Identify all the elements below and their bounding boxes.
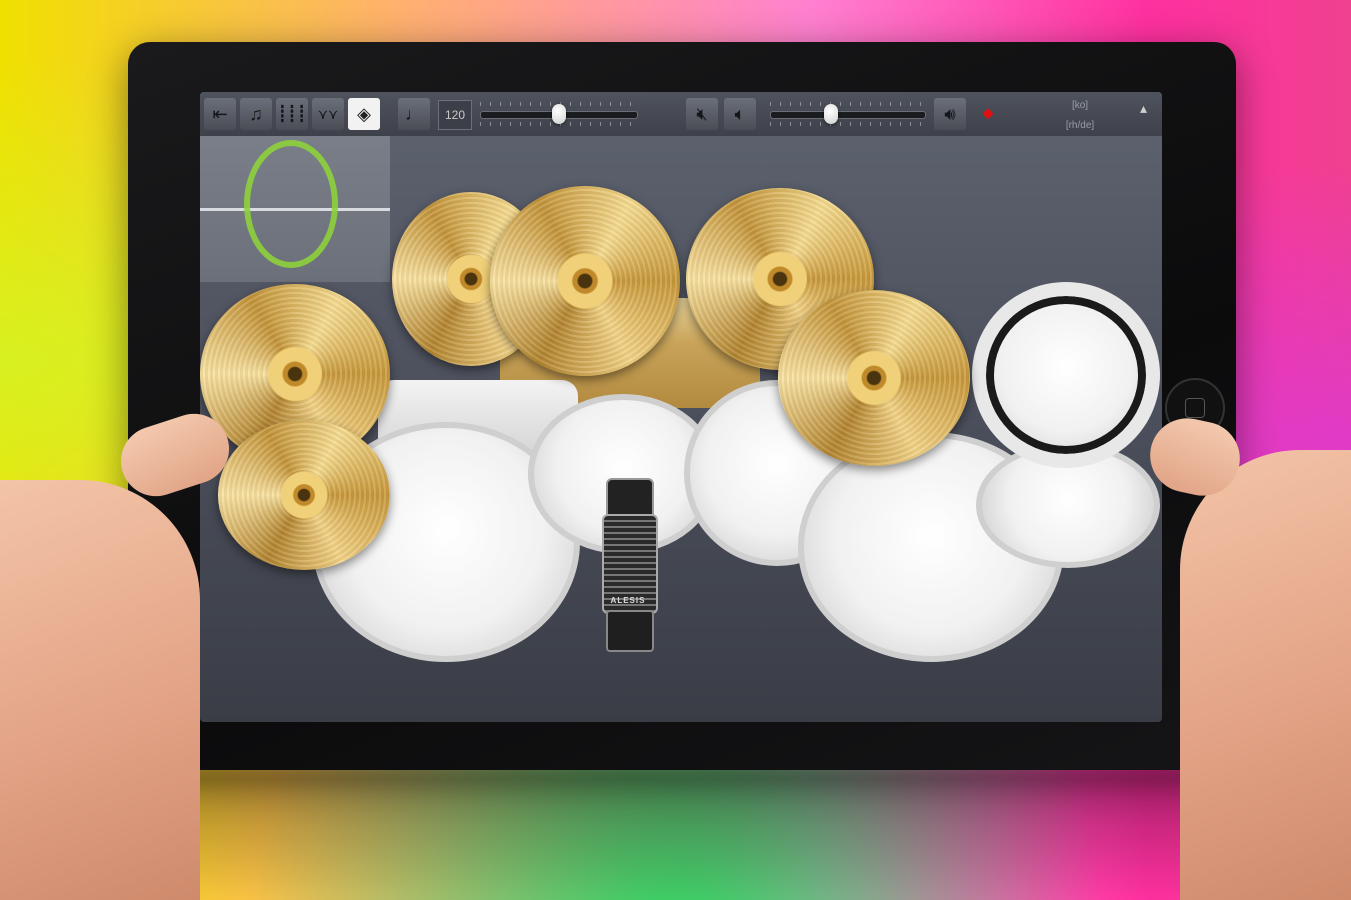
pedal-brand-label: ALESIS: [610, 596, 646, 605]
effects-button[interactable]: ⋎⋎: [312, 98, 344, 130]
metronome-button[interactable]: ♩: [398, 98, 430, 130]
record-button[interactable]: ⬥: [976, 100, 1000, 128]
tempo-value[interactable]: 120: [438, 100, 472, 130]
status-label-top: [ko]: [1071, 100, 1089, 111]
status-labels: [ko] [rh/de]: [1050, 96, 1110, 136]
left-hand: [0, 480, 200, 900]
mixer-button[interactable]: ┋┋┋: [276, 98, 308, 130]
toolbar: ⇤ ♫ ┋┋┋ ⋎⋎ ◈ ♩ 120 🔇︎ 🔈︎ 🔊︎ ⬥ [ko] [rh/d…: [200, 92, 1162, 136]
hit-ring-icon: [244, 140, 338, 268]
hihat-closed-pad[interactable]: [218, 420, 390, 570]
metronome-icon: ♩: [405, 103, 423, 124]
speaker-high-icon: 🔊︎: [944, 103, 956, 124]
kick-pedal[interactable]: ALESIS: [598, 478, 658, 654]
menu-button[interactable]: ▴: [1140, 100, 1147, 117]
effects-icon: ⋎⋎: [317, 105, 339, 122]
status-label-bottom: [rh/de]: [1065, 120, 1095, 131]
crash-cymbal-center-pad[interactable]: [490, 186, 680, 376]
splash-cymbal-pad[interactable]: [778, 290, 970, 466]
kick-pedal-heel: [606, 610, 654, 652]
tempo-slider[interactable]: [480, 102, 638, 126]
mixer-icon: ┋┋┋: [277, 106, 307, 123]
instrument-button[interactable]: ♫: [240, 98, 272, 130]
volume-slider-track: [770, 111, 926, 119]
sound-wave-button[interactable]: ◈: [348, 98, 380, 130]
record-icon: ⬥: [982, 105, 994, 122]
tom-2-pad[interactable]: [972, 282, 1160, 468]
volume-slider-thumb[interactable]: [823, 104, 838, 124]
volume-up-button[interactable]: 🔊︎: [934, 98, 966, 130]
speaker-muted-icon: 🔇︎: [696, 103, 708, 124]
hit-indicator-panel: [200, 136, 390, 282]
volume-slider[interactable]: [770, 102, 926, 126]
right-hand: [1180, 450, 1351, 900]
mute-button[interactable]: 🔇︎: [686, 98, 718, 130]
volume-down-button[interactable]: 🔈︎: [724, 98, 756, 130]
volume-slider-ticks-top: [770, 102, 926, 106]
tempo-slider-thumb[interactable]: [552, 104, 566, 124]
exit-icon: ⇤: [212, 103, 228, 124]
tablet-reflection: [130, 770, 1230, 900]
drum-app-screen: ⇤ ♫ ┋┋┋ ⋎⋎ ◈ ♩ 120 🔇︎ 🔈︎ 🔊︎ ⬥ [ko] [rh/d…: [200, 92, 1162, 722]
volume-slider-ticks-bottom: [770, 122, 926, 126]
drum-hit-icon: ♫: [249, 103, 263, 124]
speaker-low-icon: 🔈︎: [734, 103, 746, 124]
menu-icon: ▴: [1140, 100, 1148, 116]
exit-button[interactable]: ⇤: [204, 98, 236, 130]
sound-wave-icon: ◈: [357, 103, 371, 124]
